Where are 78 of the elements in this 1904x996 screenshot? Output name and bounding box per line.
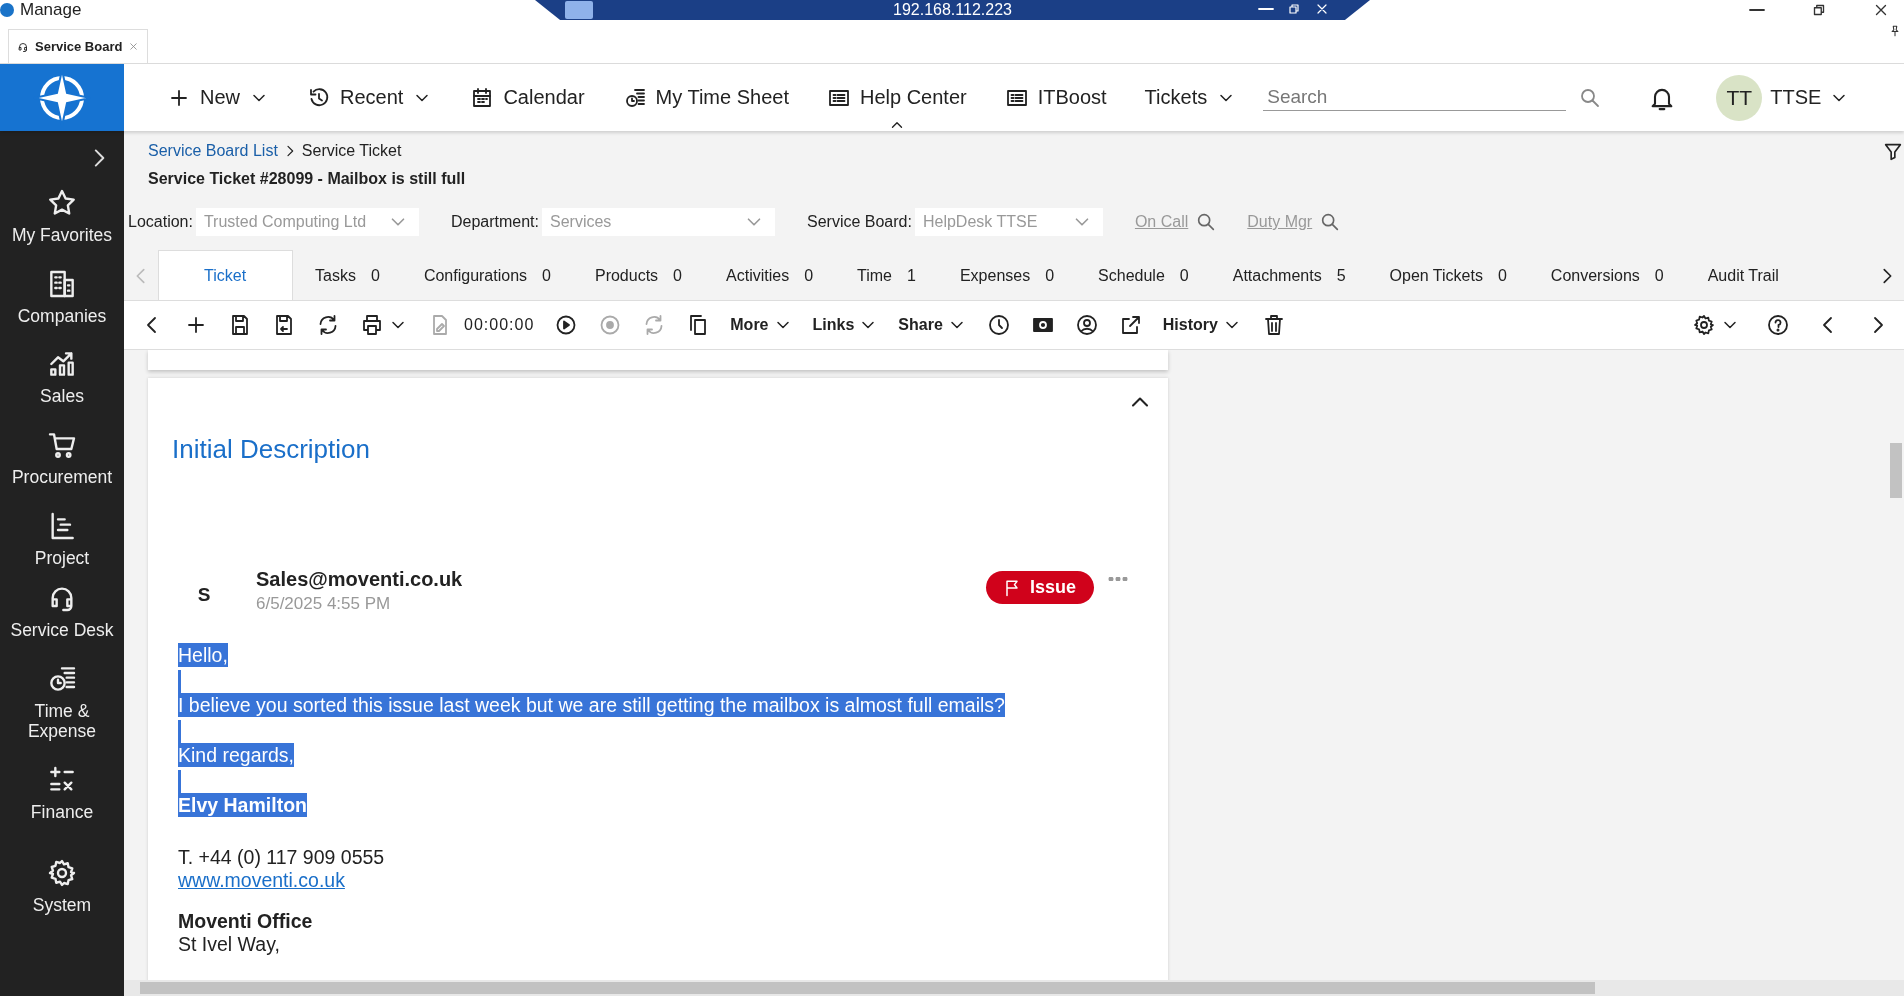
tab[interactable]: Ticket bbox=[158, 250, 294, 300]
user-menu[interactable]: TT TTSE bbox=[1716, 74, 1850, 121]
sidebar-item[interactable]: Procurement bbox=[0, 418, 124, 500]
toolbar-button[interactable] bbox=[986, 313, 1011, 337]
sidebar-item[interactable]: Service Desk bbox=[0, 580, 124, 653]
sidebar-item[interactable]: Project bbox=[0, 499, 124, 581]
tab[interactable]: Expenses 0 bbox=[937, 252, 1077, 300]
headset-icon bbox=[17, 40, 29, 53]
toolbar-menu[interactable]: Share bbox=[898, 315, 967, 335]
website-link[interactable]: www.moventi.co.uk bbox=[178, 869, 345, 891]
nav-menu-item[interactable]: ITBoost bbox=[985, 64, 1126, 131]
tab[interactable]: Tasks 0 bbox=[293, 252, 402, 300]
tab[interactable]: Conversions 0 bbox=[1528, 252, 1686, 300]
tab[interactable]: Activities 0 bbox=[704, 252, 836, 300]
tab[interactable]: Configurations 0 bbox=[401, 252, 573, 300]
help-icon bbox=[1766, 313, 1790, 337]
printer-icon bbox=[360, 313, 384, 337]
tab[interactable]: Time 1 bbox=[835, 252, 938, 300]
person-circle-icon bbox=[1074, 313, 1099, 337]
tab[interactable]: Schedule 0 bbox=[1076, 252, 1211, 300]
message-text: I believe you sorted this issue last week but we are still getting the mailbox is almost full emails? bbox=[178, 693, 1005, 717]
message-text: Kind regards, bbox=[178, 743, 294, 767]
settings-icon bbox=[1692, 313, 1716, 337]
browser-tab[interactable]: Service Board bbox=[8, 29, 149, 63]
minimize-icon bbox=[1748, 9, 1766, 11]
message-text: Elvy Hamilton bbox=[178, 793, 307, 817]
tab[interactable]: Products 0 bbox=[572, 252, 704, 300]
nav-menu-item[interactable]: Recent bbox=[288, 64, 452, 131]
timer-display: 00:00:00 bbox=[464, 316, 535, 334]
nav-menu-item[interactable]: Tickets bbox=[1125, 64, 1256, 131]
scrollbar[interactable] bbox=[124, 980, 1904, 996]
minimize-icon bbox=[1258, 8, 1274, 10]
nav-menu-item[interactable]: Help Center bbox=[807, 64, 986, 131]
sidebar-item[interactable]: Time & Expense bbox=[0, 652, 124, 755]
field-label: Service Board: bbox=[807, 213, 912, 231]
message-date: 6/5/2025 4:55 PM bbox=[256, 594, 392, 614]
search-field[interactable]: Search bbox=[1263, 84, 1567, 111]
sidebar-item[interactable]: Companies bbox=[0, 257, 124, 339]
nav-menu-item[interactable]: Calendar bbox=[451, 64, 604, 131]
phone-number: T. +44 (0) 117 909 0555 bbox=[178, 846, 386, 869]
section-title: Initial Description bbox=[172, 434, 370, 465]
sidebar-item[interactable]: System bbox=[0, 846, 124, 928]
sidebar-item[interactable]: Finance bbox=[0, 754, 124, 835]
sidebar-item[interactable]: Sales bbox=[0, 338, 124, 419]
field-label: Department: bbox=[450, 213, 539, 231]
restore-icon bbox=[1286, 1, 1302, 17]
pin-icon bbox=[1888, 24, 1902, 38]
tab[interactable]: Audit Trail bbox=[1685, 252, 1801, 300]
issue-tag[interactable]: Issue bbox=[985, 571, 1094, 604]
message-text: Hello, bbox=[178, 643, 228, 667]
sender-avatar: S bbox=[196, 584, 212, 606]
filter-icon bbox=[1882, 141, 1904, 163]
toolbar-menu[interactable]: More bbox=[730, 315, 793, 335]
nav-menu-item[interactable]: New bbox=[148, 64, 288, 131]
clock-icon bbox=[986, 313, 1011, 337]
tab[interactable]: Attachments 5 bbox=[1210, 252, 1368, 300]
sidebar-item[interactable]: My Favorites bbox=[0, 177, 124, 258]
sender-email: Sales@moventi.co.uk bbox=[256, 568, 463, 591]
toolbar-button[interactable] bbox=[1074, 313, 1099, 337]
remote-address: 192.168.112.223 bbox=[893, 1, 1012, 19]
nav-menu-item[interactable]: My Time Sheet bbox=[603, 64, 808, 131]
more-button[interactable] bbox=[1108, 577, 1128, 581]
ticket-title: Service Ticket #28099 - Mailbox is still full bbox=[148, 170, 467, 188]
office-name: Moventi Office bbox=[178, 910, 314, 933]
toolbar-menu[interactable]: History bbox=[1162, 315, 1242, 335]
toolbar-button[interactable] bbox=[1766, 313, 1790, 337]
app-name: Manage bbox=[20, 0, 82, 20]
breadcrumb-link[interactable]: Service Board List bbox=[148, 142, 278, 160]
office-address: St Ivel Way, bbox=[178, 933, 281, 956]
more-icon bbox=[1108, 577, 1128, 581]
breadcrumb-current: Service Ticket bbox=[301, 142, 402, 160]
toolbar-menu[interactable]: Links bbox=[812, 315, 879, 335]
close-icon bbox=[128, 41, 140, 52]
app-logo-icon bbox=[0, 3, 14, 17]
field-label: Location: bbox=[128, 213, 193, 231]
tab[interactable]: Open Tickets 0 bbox=[1367, 252, 1529, 300]
logo-icon[interactable] bbox=[0, 64, 124, 131]
restore-button[interactable] bbox=[1286, 1, 1302, 17]
